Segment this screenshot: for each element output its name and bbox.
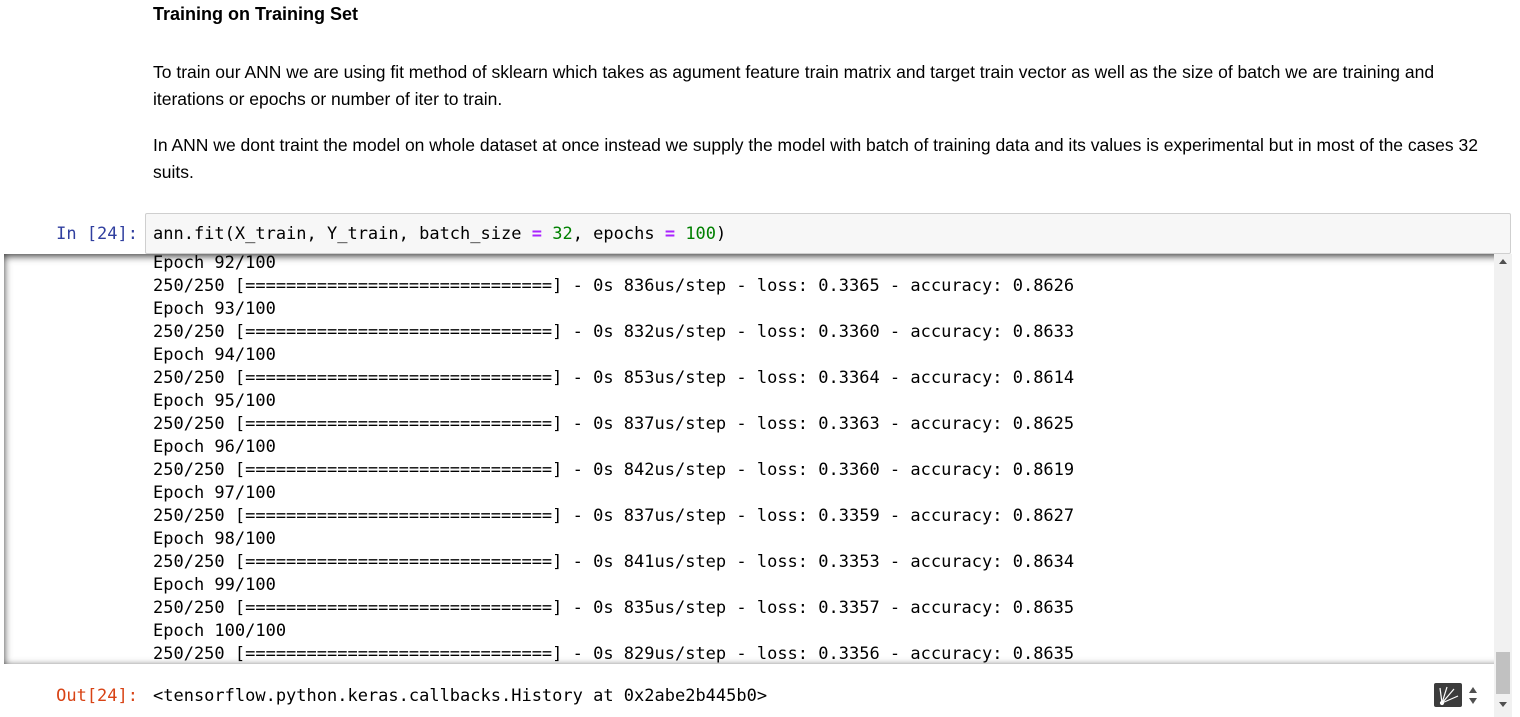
page-scrollbar[interactable] (1494, 664, 1512, 717)
code-text: , epochs (572, 224, 665, 244)
scroll-up-arrow-icon[interactable] (1499, 259, 1507, 264)
output-scrollbar[interactable] (1494, 254, 1512, 664)
code-number: 32 (552, 224, 573, 244)
chevron-down-icon[interactable] (1469, 698, 1477, 704)
training-log: Epoch 92/100 250/250 [==================… (153, 254, 1075, 664)
code-input-area[interactable]: ann.fit(X_train, Y_train, batch_size = 3… (145, 213, 1511, 254)
stepper-arrows[interactable] (1466, 686, 1480, 706)
scroll-gesture-icon[interactable] (1434, 683, 1462, 707)
page-scrollbar-thumb[interactable] (1496, 664, 1510, 694)
output-prompt: Out[24]: (56, 686, 138, 706)
scroll-down-arrow-icon[interactable] (1499, 702, 1507, 707)
code-operator: = (664, 224, 676, 244)
description-paragraph-2: In ANN we dont traint the model on whole… (153, 135, 1478, 182)
code-text: ) (716, 224, 727, 244)
execute-result: <tensorflow.python.keras.callbacks.Histo… (153, 686, 768, 706)
code-text: ann.fit(X_train, Y_train, batch_size (153, 224, 532, 244)
code-operator: = (531, 224, 542, 244)
input-prompt: In [24]: (56, 224, 138, 244)
section-heading: Training on Training Set (153, 4, 359, 24)
chevron-up-icon[interactable] (1469, 687, 1477, 693)
description-paragraph-1: To train our ANN we are using fit method… (153, 62, 1435, 109)
code-number: 100 (685, 224, 717, 244)
stream-output-area[interactable]: Epoch 92/100 250/250 [==================… (4, 254, 1512, 664)
scrollbar-thumb[interactable] (1496, 652, 1510, 664)
code-line: ann.fit(X_train, Y_train, batch_size = 3… (153, 223, 726, 245)
